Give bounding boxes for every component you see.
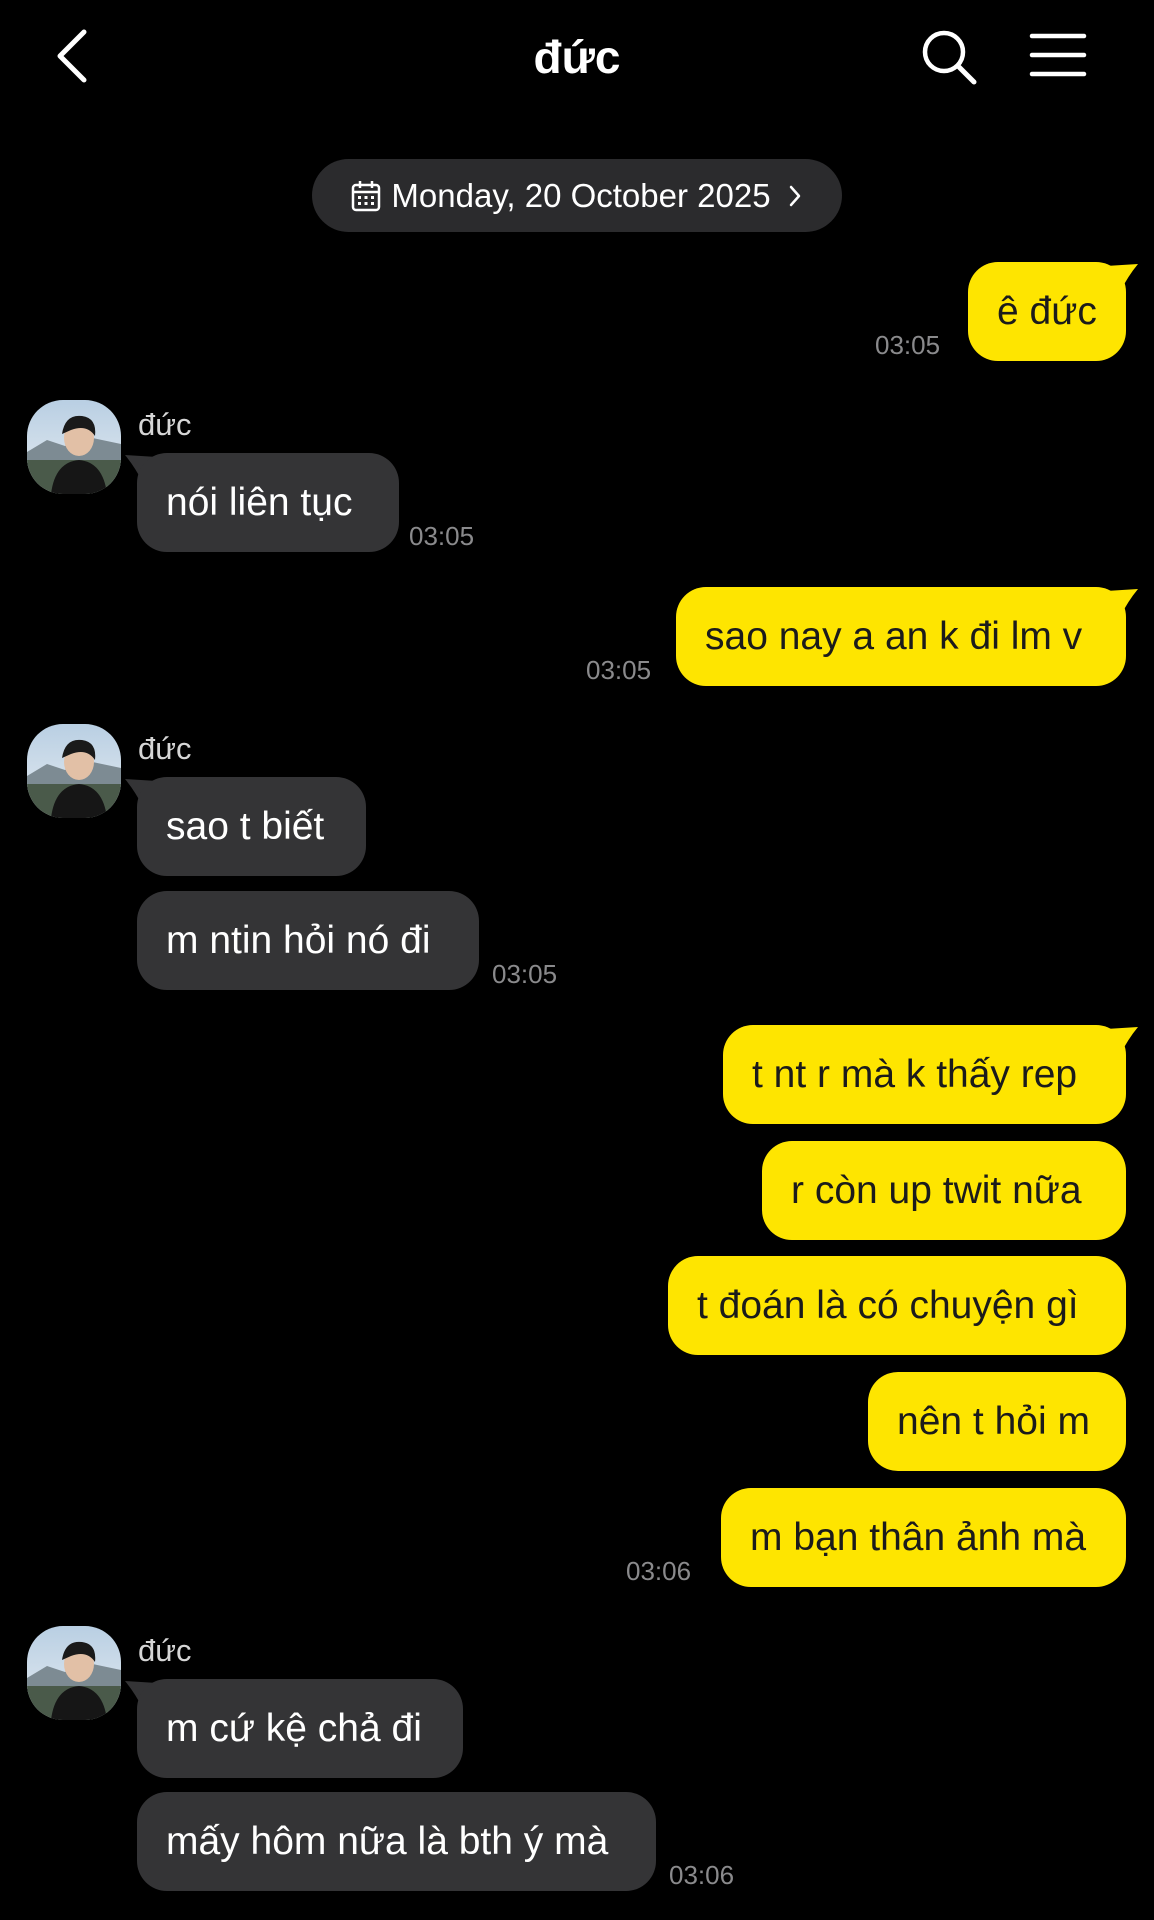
- message-bubble[interactable]: r còn up twit nữa: [762, 1141, 1126, 1240]
- hamburger-menu-icon: [1029, 33, 1087, 77]
- sender-name: đức: [138, 731, 192, 766]
- message-bubble[interactable]: sao nay a an k đi lm v: [676, 587, 1126, 686]
- message-bubble[interactable]: t đoán là có chuyện gì: [668, 1256, 1126, 1355]
- message-bubble[interactable]: mấy hôm nữa là bth ý mà: [137, 1792, 656, 1891]
- message-time: 03:06: [626, 1556, 692, 1586]
- date-divider[interactable]: Monday, 20 October 2025: [312, 159, 842, 232]
- menu-button[interactable]: [1028, 30, 1088, 80]
- calendar-icon: [352, 180, 381, 211]
- avatar[interactable]: [27, 400, 121, 494]
- sender-name: đức: [138, 407, 192, 442]
- message-bubble[interactable]: ê đức: [968, 262, 1126, 361]
- message-bubble[interactable]: m ntin hỏi nó đi: [137, 891, 479, 990]
- search-icon: [922, 30, 977, 85]
- message-bubble[interactable]: nói liên tục: [137, 453, 399, 552]
- avatar[interactable]: [27, 724, 121, 818]
- avatar[interactable]: [27, 1626, 121, 1720]
- message-time: 03:05: [875, 330, 941, 360]
- chevron-right-icon: [789, 185, 800, 206]
- message-bubble[interactable]: t nt r mà k thấy rep: [723, 1025, 1126, 1124]
- message-time: 03:05: [586, 655, 652, 685]
- chat-title: đức: [533, 31, 621, 83]
- message-time: 03:05: [492, 959, 558, 989]
- search-button[interactable]: [920, 28, 978, 86]
- sender-name: đức: [138, 1633, 192, 1668]
- message-time: 03:06: [669, 1860, 735, 1890]
- message-bubble[interactable]: m bạn thân ảnh mà: [721, 1488, 1126, 1587]
- message-time: 03:05: [409, 521, 475, 551]
- date-label: Monday, 20 October 2025: [391, 176, 771, 214]
- chat-header: đức: [0, 0, 1154, 118]
- message-bubble[interactable]: sao t biết: [137, 777, 366, 876]
- message-bubble[interactable]: nên t hỏi m: [868, 1372, 1126, 1471]
- message-bubble[interactable]: m cứ kệ chả đi: [137, 1679, 463, 1778]
